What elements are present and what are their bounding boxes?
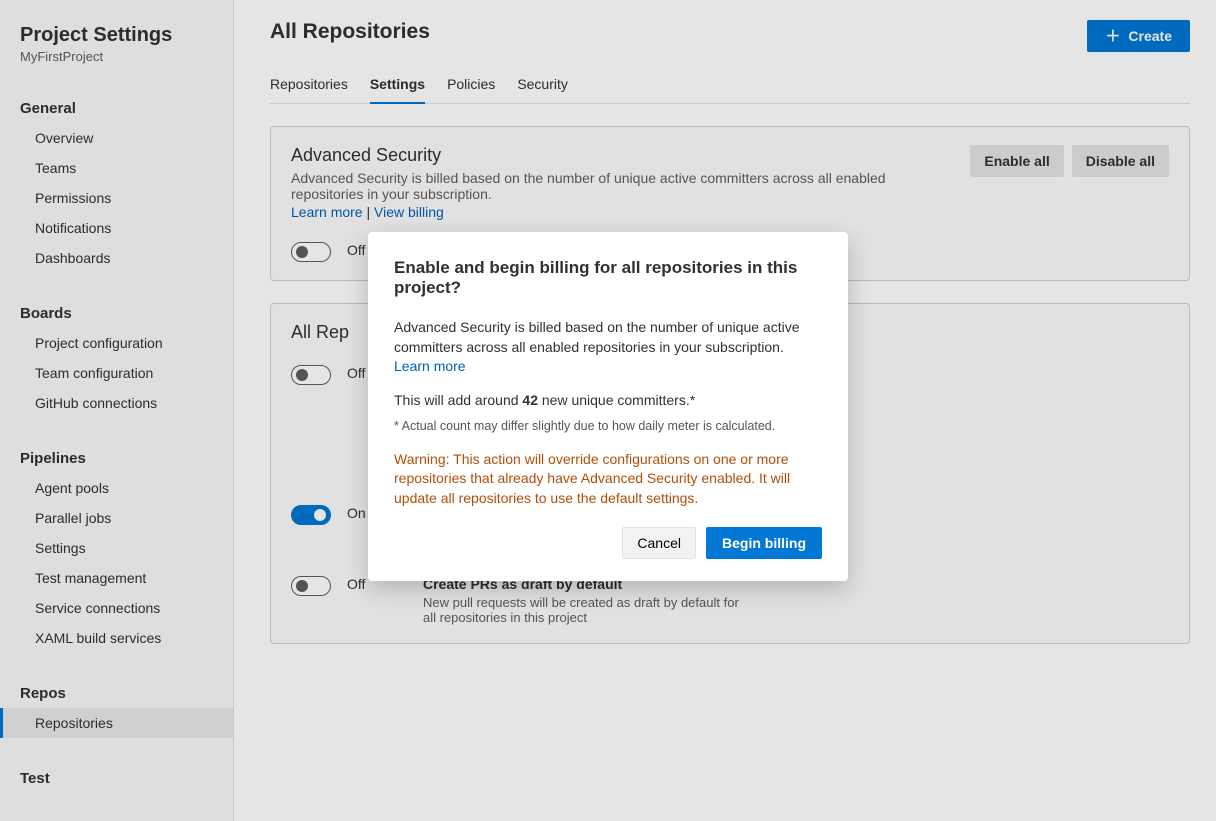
- dialog-title: Enable and begin billing for all reposit…: [394, 258, 822, 298]
- dialog-committer-count: 42: [522, 392, 538, 408]
- modal-overlay: Enable and begin billing for all reposit…: [0, 0, 1216, 821]
- begin-billing-button[interactable]: Begin billing: [706, 527, 822, 559]
- dialog-body-1: Advanced Security is billed based on the…: [394, 318, 822, 377]
- dialog-warning: Warning: This action will override confi…: [394, 450, 822, 509]
- dialog-body-1-text: Advanced Security is billed based on the…: [394, 319, 799, 355]
- dialog-body-2-a: This will add around: [394, 392, 522, 408]
- cancel-button[interactable]: Cancel: [622, 527, 696, 559]
- dialog-body-2-b: new unique committers.*: [538, 392, 695, 408]
- dialog-footnote: * Actual count may differ slightly due t…: [394, 418, 822, 436]
- enable-billing-dialog: Enable and begin billing for all reposit…: [368, 232, 848, 581]
- dialog-learn-more-link[interactable]: Learn more: [394, 358, 466, 374]
- dialog-body-2: This will add around 42 new unique commi…: [394, 391, 822, 411]
